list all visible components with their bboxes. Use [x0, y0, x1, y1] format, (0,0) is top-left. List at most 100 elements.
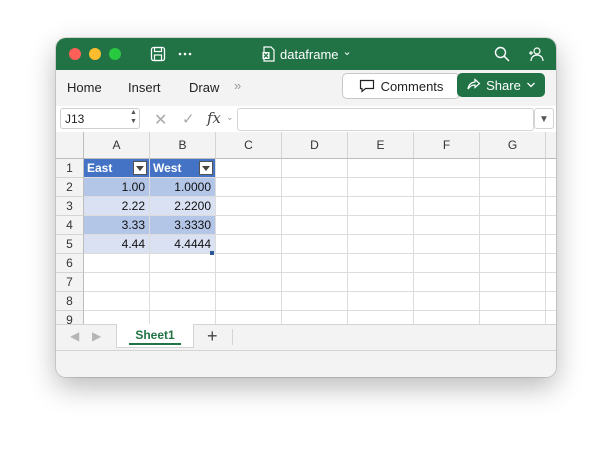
empty-cell[interactable]: [282, 178, 348, 197]
empty-cell[interactable]: [480, 178, 546, 197]
empty-cell[interactable]: [348, 235, 414, 254]
empty-cell[interactable]: [348, 311, 414, 324]
table-cell[interactable]: 3.3330: [150, 216, 216, 235]
empty-cell[interactable]: [84, 273, 150, 292]
empty-cell[interactable]: [282, 216, 348, 235]
table-cell[interactable]: 2.22: [84, 197, 150, 216]
empty-cell[interactable]: [150, 292, 216, 311]
row-header-3[interactable]: 3: [56, 197, 84, 216]
empty-cell[interactable]: [216, 273, 282, 292]
row-header-4[interactable]: 4: [56, 216, 84, 235]
empty-cell[interactable]: [216, 311, 282, 324]
empty-cell[interactable]: [480, 273, 546, 292]
empty-cell[interactable]: [84, 292, 150, 311]
more-tabs-icon[interactable]: »: [234, 78, 241, 93]
empty-cell[interactable]: [414, 216, 480, 235]
name-box[interactable]: J13: [60, 108, 140, 129]
tab-draw[interactable]: Draw: [189, 80, 219, 95]
empty-cell[interactable]: [216, 197, 282, 216]
table-cell[interactable]: 4.4444: [150, 235, 216, 254]
zoom-window-button[interactable]: [109, 48, 121, 60]
search-icon[interactable]: [493, 45, 511, 63]
expand-formula-bar-icon[interactable]: ▼: [534, 108, 554, 129]
column-header-a[interactable]: A: [84, 132, 150, 159]
empty-cell[interactable]: [216, 254, 282, 273]
empty-cell[interactable]: [546, 273, 556, 292]
formula-input[interactable]: [237, 108, 534, 131]
column-header-h[interactable]: [546, 132, 556, 159]
row-header-1[interactable]: 1: [56, 159, 84, 178]
column-header-b[interactable]: B: [150, 132, 216, 159]
empty-cell[interactable]: [216, 216, 282, 235]
empty-cell[interactable]: [546, 159, 556, 178]
row-header-6[interactable]: 6: [56, 254, 84, 273]
empty-cell[interactable]: [546, 216, 556, 235]
empty-cell[interactable]: [348, 197, 414, 216]
empty-cell[interactable]: [282, 254, 348, 273]
insert-function-icon[interactable]: fx: [207, 109, 221, 127]
empty-cell[interactable]: [546, 178, 556, 197]
empty-cell[interactable]: [414, 178, 480, 197]
save-icon[interactable]: [149, 45, 167, 63]
comments-button[interactable]: Comments: [342, 73, 460, 99]
table-cell[interactable]: 1.00: [84, 178, 150, 197]
empty-cell[interactable]: [480, 292, 546, 311]
close-window-button[interactable]: [69, 48, 81, 60]
empty-cell[interactable]: [546, 292, 556, 311]
add-sheet-icon[interactable]: +: [207, 326, 218, 347]
filter-dropdown-icon[interactable]: [199, 161, 213, 175]
empty-cell[interactable]: [546, 254, 556, 273]
empty-cell[interactable]: [84, 254, 150, 273]
table-cell[interactable]: 3.33: [84, 216, 150, 235]
empty-cell[interactable]: [282, 197, 348, 216]
empty-cell[interactable]: [546, 235, 556, 254]
column-header-d[interactable]: D: [282, 132, 348, 159]
tab-home[interactable]: Home: [67, 80, 102, 95]
empty-cell[interactable]: [282, 273, 348, 292]
empty-cell[interactable]: [414, 235, 480, 254]
empty-cell[interactable]: [480, 254, 546, 273]
sheet-tab-sheet1[interactable]: Sheet1: [116, 324, 194, 348]
empty-cell[interactable]: [414, 311, 480, 324]
empty-cell[interactable]: [348, 273, 414, 292]
empty-cell[interactable]: [84, 311, 150, 324]
empty-cell[interactable]: [282, 235, 348, 254]
column-header-f[interactable]: F: [414, 132, 480, 159]
empty-cell[interactable]: [480, 235, 546, 254]
empty-cell[interactable]: [216, 292, 282, 311]
table-cell[interactable]: 4.44: [84, 235, 150, 254]
empty-cell[interactable]: [414, 197, 480, 216]
empty-cell[interactable]: [282, 311, 348, 324]
empty-cell[interactable]: [414, 159, 480, 178]
share-people-icon[interactable]: [527, 45, 545, 63]
empty-cell[interactable]: [480, 216, 546, 235]
empty-cell[interactable]: [216, 159, 282, 178]
empty-cell[interactable]: [480, 311, 546, 324]
empty-cell[interactable]: [348, 292, 414, 311]
column-header-g[interactable]: G: [480, 132, 546, 159]
table-resize-handle[interactable]: [210, 251, 214, 255]
more-options-icon[interactable]: [176, 45, 194, 63]
empty-cell[interactable]: [150, 273, 216, 292]
empty-cell[interactable]: [546, 197, 556, 216]
empty-cell[interactable]: [150, 311, 216, 324]
table-header-east[interactable]: East: [84, 159, 150, 178]
cancel-entry-icon[interactable]: ✕: [154, 110, 167, 130]
spreadsheet-grid[interactable]: A B C D E F G 1 2 3 4 5 6 7 8 9 East Wes…: [56, 132, 556, 324]
empty-cell[interactable]: [414, 273, 480, 292]
empty-cell[interactable]: [480, 197, 546, 216]
document-title[interactable]: dataframe ⌄: [262, 45, 352, 63]
empty-cell[interactable]: [480, 159, 546, 178]
select-all-corner[interactable]: [56, 132, 84, 159]
tab-insert[interactable]: Insert: [128, 80, 161, 95]
empty-cell[interactable]: [348, 159, 414, 178]
share-button[interactable]: Share: [457, 73, 545, 97]
empty-cell[interactable]: [348, 178, 414, 197]
previous-sheet-icon[interactable]: ◀: [70, 329, 79, 343]
minimize-window-button[interactable]: [89, 48, 101, 60]
row-header-5[interactable]: 5: [56, 235, 84, 254]
empty-cell[interactable]: [282, 159, 348, 178]
filter-dropdown-icon[interactable]: [133, 161, 147, 175]
row-header-8[interactable]: 8: [56, 292, 84, 311]
empty-cell[interactable]: [414, 292, 480, 311]
